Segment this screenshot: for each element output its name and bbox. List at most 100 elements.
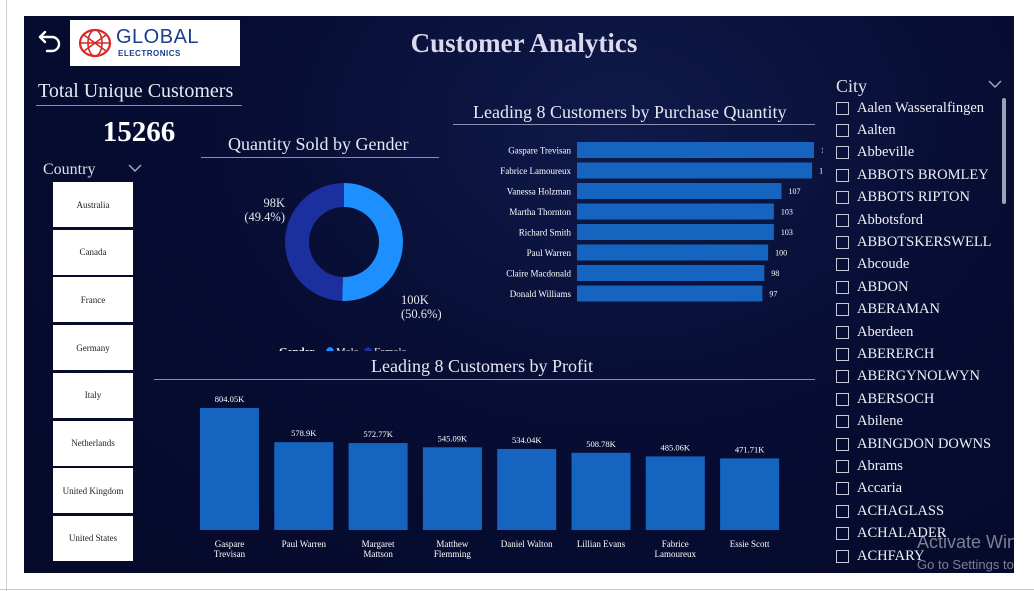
city-checkbox[interactable] <box>836 325 849 339</box>
city-option[interactable]: Abrams <box>836 456 903 476</box>
city-checkbox[interactable] <box>836 123 849 137</box>
city-checkbox[interactable] <box>836 146 849 160</box>
city-option[interactable]: Accaria <box>836 479 902 499</box>
bar-category-label: Vanessa Holzman <box>507 187 572 197</box>
city-option[interactable]: ABERGYNOLWYN <box>836 367 980 387</box>
city-option-label: Abrams <box>857 457 903 474</box>
city-checkbox[interactable] <box>836 191 849 205</box>
chevron-down-icon[interactable] <box>988 79 1002 89</box>
bar-value-label: 98 <box>771 269 779 278</box>
city-option-label: Accaria <box>857 480 903 497</box>
back-arrow-icon[interactable] <box>36 26 64 54</box>
bar-category-label: Gaspare <box>215 539 244 549</box>
bar-value-label: 578.9K <box>291 428 317 438</box>
city-checkbox[interactable] <box>836 370 849 384</box>
bar-category-label: Margaret <box>362 539 395 549</box>
city-checkbox[interactable] <box>836 549 849 563</box>
city-checkbox[interactable] <box>836 280 849 294</box>
bar-category-label: Lamoureux <box>655 549 697 559</box>
bar <box>577 285 763 302</box>
legend-label: Male <box>336 346 359 351</box>
city-option[interactable]: Aalten <box>836 120 896 140</box>
city-option[interactable]: ABERERCH <box>836 344 934 364</box>
frame-right-margin <box>1014 0 1034 591</box>
country-option[interactable]: Italy <box>53 372 133 418</box>
gender-chart-title: Quantity Sold by Gender <box>228 134 409 154</box>
country-option[interactable]: Netherlands <box>53 420 133 466</box>
city-checkbox[interactable] <box>836 504 849 518</box>
city-option[interactable]: ACHFARY <box>836 546 924 566</box>
city-option-label: ACHAGLASS <box>857 502 945 519</box>
frame-left-border <box>6 0 7 591</box>
bar-category-label: Paul Warren <box>282 539 327 549</box>
city-option[interactable]: Abilene <box>836 412 903 432</box>
bar-value-label: 545.09K <box>438 433 468 443</box>
city-checkbox[interactable] <box>836 213 849 227</box>
city-option[interactable]: ACHAGLASS <box>836 501 944 521</box>
city-checkbox[interactable] <box>836 347 849 361</box>
city-option[interactable]: Abcoude <box>836 255 909 275</box>
city-option[interactable]: Aalen Wasseralfingen <box>836 98 984 118</box>
bar <box>577 183 782 199</box>
bar-category-label: Fabrice Lamoureux <box>500 166 571 176</box>
bar-value-label: 107 <box>789 187 801 196</box>
city-option[interactable]: ABINGDON DOWNS <box>836 434 991 454</box>
bar-category-label: Flemming <box>434 549 472 559</box>
country-option[interactable]: Australia <box>53 182 133 227</box>
city-checkbox[interactable] <box>836 482 849 496</box>
city-filter-label: City <box>836 76 868 96</box>
bar <box>348 443 408 530</box>
company-logo: GLOBAL ELECTRONICS <box>70 20 240 66</box>
city-checkbox[interactable] <box>836 258 849 272</box>
city-option[interactable]: Abbotsford <box>836 210 923 230</box>
country-option[interactable]: United Kingdom <box>53 468 133 514</box>
city-checkbox[interactable] <box>836 392 849 406</box>
bar <box>571 452 631 530</box>
city-option[interactable]: ABBOTSKERSWELL <box>836 232 992 252</box>
profit-chart-underline <box>154 379 815 380</box>
profit-bar-chart: 804.05K GaspareTrevisan 578.9K Paul Warren 5… <box>200 394 780 559</box>
bar-value-label: 508.78K <box>586 439 616 449</box>
city-option[interactable]: ABERSOCH <box>836 389 934 409</box>
city-checkbox[interactable] <box>836 235 849 249</box>
legend-marker <box>326 347 334 351</box>
bar-value-label: 572.77K <box>363 429 393 439</box>
city-option[interactable]: Abbeville <box>836 143 914 163</box>
city-checkbox[interactable] <box>836 437 849 451</box>
city-checkbox[interactable] <box>836 303 849 317</box>
bar <box>577 142 814 158</box>
city-option-label: ABDON <box>857 278 909 295</box>
total-customers-value: 15266 <box>102 116 176 148</box>
bar-value-label: 124 <box>821 146 823 155</box>
city-option[interactable]: ABERAMAN <box>836 300 940 320</box>
page-title: Customer Analytics <box>410 28 638 58</box>
bar-category-label: Mattson <box>363 549 393 559</box>
bar-value-label: 534.04K <box>512 435 542 445</box>
city-checkbox[interactable] <box>836 415 849 429</box>
bar-value-label: 97 <box>769 290 777 299</box>
city-list-scrollbar[interactable] <box>1002 98 1006 204</box>
frame-bottom-border <box>0 589 1034 590</box>
city-checkbox[interactable] <box>836 168 849 182</box>
bar <box>577 224 774 240</box>
city-filter-list: Aalen Wasseralfingen Aalten Abbeville ABBOT… <box>836 98 1006 573</box>
city-option-label: ABINGDON DOWNS <box>857 435 992 452</box>
city-option[interactable]: ABBOTS RIPTON <box>836 188 970 208</box>
city-checkbox[interactable] <box>836 101 849 115</box>
country-option[interactable]: United States <box>53 515 133 561</box>
donut-value-label: 100K <box>401 293 429 307</box>
country-option[interactable]: Canada <box>53 229 133 275</box>
country-option[interactable]: Germany <box>53 325 133 371</box>
bar-value-label: 103 <box>781 228 793 237</box>
city-option-label: ABBOTS BROMLEY <box>857 166 989 183</box>
country-option[interactable]: France <box>53 277 133 323</box>
city-checkbox[interactable] <box>836 527 849 541</box>
bar-value-label: 103 <box>781 208 793 217</box>
city-option[interactable]: ABDON <box>836 277 909 297</box>
city-option[interactable]: Aberdeen <box>836 322 913 342</box>
city-option-label: Aalen Wasseralfingen <box>857 99 985 116</box>
chevron-down-icon[interactable] <box>128 163 142 173</box>
city-option[interactable]: ABBOTS BROMLEY <box>836 165 989 185</box>
city-checkbox[interactable] <box>836 459 849 473</box>
activation-watermark-subtitle: Go to Settings to activate Windows. <box>917 557 1014 572</box>
